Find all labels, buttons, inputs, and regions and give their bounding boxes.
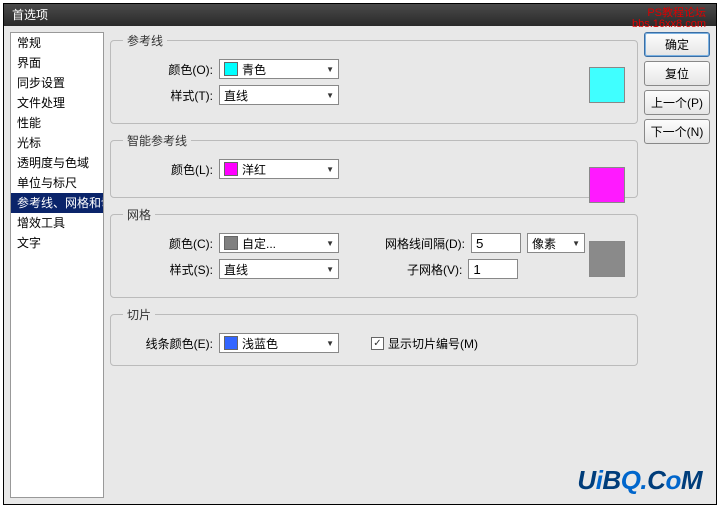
grid-sub-label: 子网格(V): (407, 261, 462, 278)
grid-swatch[interactable] (589, 241, 625, 277)
grid-color-swatch-icon (224, 236, 238, 250)
sidebar-item[interactable]: 同步设置 (11, 73, 103, 93)
smart-color-label: 颜色(L): (123, 161, 213, 178)
sidebar-item[interactable]: 性能 (11, 113, 103, 133)
chevron-down-icon: ▼ (326, 91, 334, 100)
grid-style-dropdown[interactable]: 直线 ▼ (219, 259, 339, 279)
chevron-down-icon: ▼ (326, 165, 334, 174)
checkbox-icon: ✓ (371, 337, 384, 350)
grid-gap-unit-dropdown[interactable]: 像素 ▼ (527, 233, 585, 253)
grid-legend: 网格 (123, 206, 155, 223)
chevron-down-icon: ▼ (326, 265, 334, 274)
grid-sub-input[interactable] (468, 259, 518, 279)
sidebar-item[interactable]: 常规 (11, 33, 103, 53)
next-button[interactable]: 下一个(N) (644, 119, 710, 144)
slices-color-swatch-icon (224, 336, 238, 350)
window-title: 首选项 (12, 8, 48, 22)
guides-style-dropdown[interactable]: 直线 ▼ (219, 85, 339, 105)
smart-swatch[interactable] (589, 167, 625, 203)
show-slice-numbers-checkbox[interactable]: ✓ 显示切片编号(M) (371, 335, 478, 352)
slices-legend: 切片 (123, 306, 155, 323)
sidebar-item[interactable]: 文件处理 (11, 93, 103, 113)
slices-color-dropdown[interactable]: 浅蓝色 ▼ (219, 333, 339, 353)
slices-color-label: 线条颜色(E): (123, 335, 213, 352)
chevron-down-icon: ▼ (326, 239, 334, 248)
smart-guides-group: 智能参考线 颜色(L): 洋红 ▼ (110, 132, 638, 198)
chevron-down-icon: ▼ (572, 239, 580, 248)
smart-legend: 智能参考线 (123, 132, 191, 149)
sidebar-item[interactable]: 光标 (11, 133, 103, 153)
sidebar-item[interactable]: 参考线、网格和切片 (11, 193, 103, 213)
grid-style-label: 样式(S): (123, 261, 213, 278)
sidebar-item[interactable]: 界面 (11, 53, 103, 73)
grid-gap-label: 网格线间隔(D): (385, 235, 465, 252)
grid-color-dropdown[interactable]: 自定... ▼ (219, 233, 339, 253)
sidebar-item[interactable]: 增效工具 (11, 213, 103, 233)
sidebar-item[interactable]: 单位与标尺 (11, 173, 103, 193)
logo: UiBQ.CoM (577, 465, 702, 496)
watermark: PS教程论坛 bbs.16xx8.com (632, 8, 706, 30)
grid-color-label: 颜色(C): (123, 235, 213, 252)
category-sidebar: 常规界面同步设置文件处理性能光标透明度与色域单位与标尺参考线、网格和切片增效工具… (10, 32, 104, 498)
ok-button[interactable]: 确定 (644, 32, 710, 57)
grid-group: 网格 颜色(C): 自定... ▼ 网格线间隔(D): 像素 (110, 206, 638, 298)
guides-group: 参考线 颜色(O): 青色 ▼ 样式(T): 直线 ▼ (110, 32, 638, 124)
reset-button[interactable]: 复位 (644, 61, 710, 86)
guides-style-label: 样式(T): (123, 87, 213, 104)
smart-color-swatch-icon (224, 162, 238, 176)
guides-color-label: 颜色(O): (123, 61, 213, 78)
window-titlebar: 首选项 (4, 4, 716, 26)
sidebar-item[interactable]: 文字 (11, 233, 103, 253)
sidebar-item[interactable]: 透明度与色域 (11, 153, 103, 173)
prev-button[interactable]: 上一个(P) (644, 90, 710, 115)
guides-legend: 参考线 (123, 32, 167, 49)
guides-color-dropdown[interactable]: 青色 ▼ (219, 59, 339, 79)
guides-swatch[interactable] (589, 67, 625, 103)
guides-color-swatch-icon (224, 62, 238, 76)
chevron-down-icon: ▼ (326, 65, 334, 74)
grid-gap-input[interactable] (471, 233, 521, 253)
smart-color-dropdown[interactable]: 洋红 ▼ (219, 159, 339, 179)
chevron-down-icon: ▼ (326, 339, 334, 348)
slices-group: 切片 线条颜色(E): 浅蓝色 ▼ ✓ 显示切片编号(M) (110, 306, 638, 366)
